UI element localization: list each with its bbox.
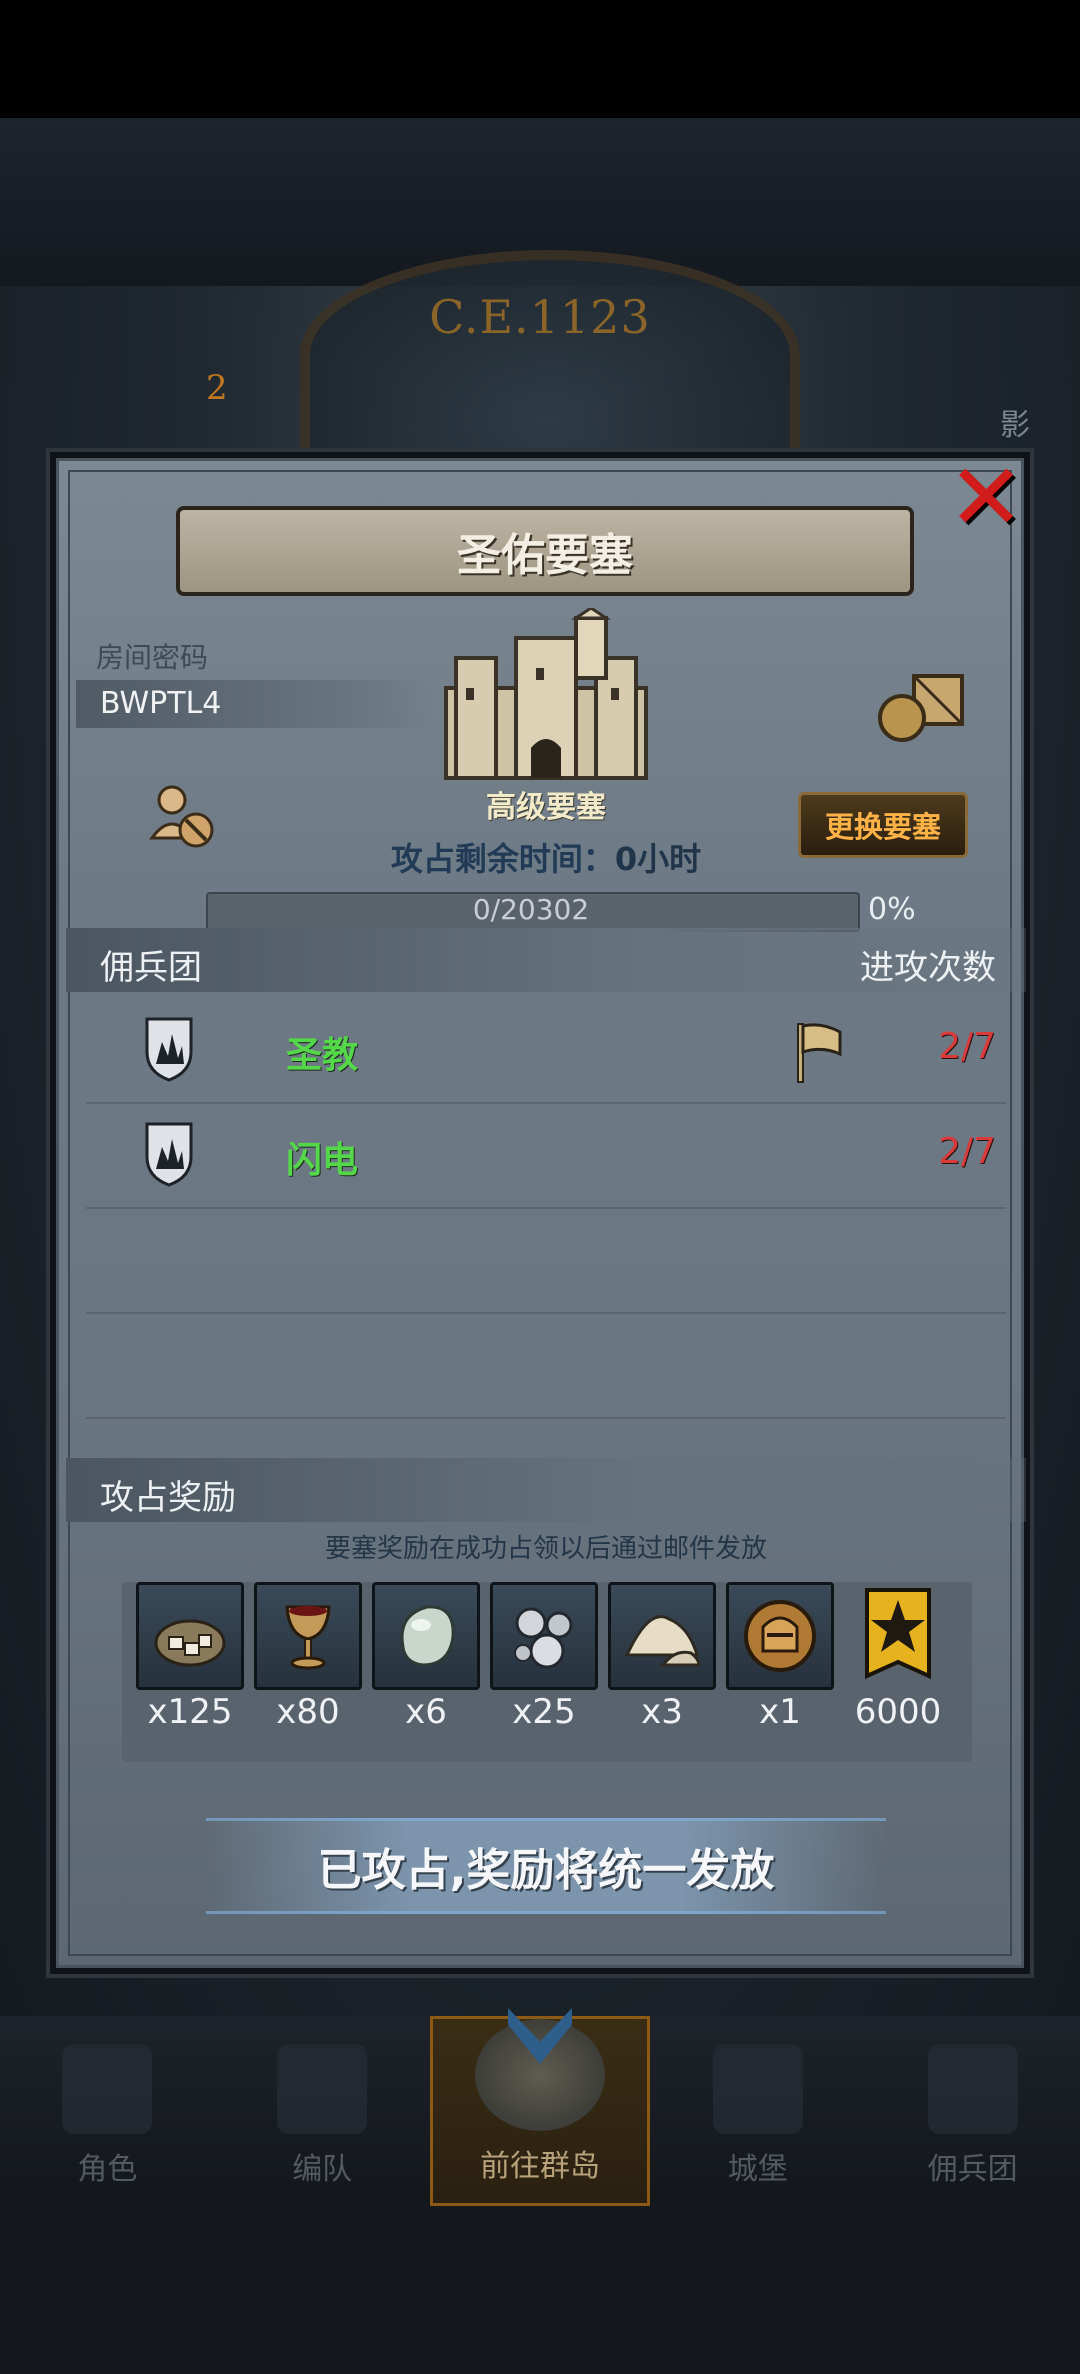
reward-qty: x80	[276, 1692, 340, 1732]
nav-item-character[interactable]: 角色	[0, 2016, 215, 2206]
shield-icon	[145, 1017, 193, 1082]
nav-label: 城堡	[727, 2152, 788, 2187]
mercenary-row[interactable]: 闪电 2/7	[86, 1103, 1006, 1209]
reward-item[interactable]: x25	[490, 1582, 598, 1732]
fortress-modal: 圣佑要塞 ✕ 房间密码 BWPTL4 高级要塞 更换要塞 攻占剩余时间：0小时 …	[50, 452, 1030, 1974]
mercenary-section-header: 佣兵团 进攻次数	[66, 928, 1026, 992]
castle-icon	[444, 608, 648, 780]
nav-label: 前往群岛	[479, 2149, 600, 2184]
knight-icon	[62, 2044, 153, 2134]
reward-qty: x3	[641, 1692, 683, 1732]
era-label: C.E.1123	[429, 290, 651, 344]
mercenary-header-label: 佣兵团	[100, 948, 202, 988]
capture-time-label: 攻占剩余时间：	[390, 840, 615, 878]
flag-icon	[797, 1023, 842, 1083]
empty-mercenary-row	[86, 1208, 1006, 1314]
reward-item[interactable]: x6	[372, 1582, 480, 1732]
rewards-strip: x125 x80 x6 x25 x3 x1 6000	[122, 1582, 972, 1762]
reward-box	[726, 1582, 834, 1690]
reward-qty: x1	[759, 1692, 801, 1732]
gold-banner-icon	[865, 1588, 931, 1680]
mercenary-name: 闪电	[286, 1140, 359, 1181]
helmet-icon	[277, 2044, 368, 2134]
knight-helmet-icon	[744, 1600, 816, 1672]
reward-box	[372, 1582, 480, 1690]
reward-item[interactable]: x3	[608, 1582, 716, 1732]
reward-box	[608, 1582, 716, 1690]
close-icon: ✕	[947, 444, 1025, 551]
reward-box	[136, 1582, 244, 1690]
globe-icon	[474, 2019, 605, 2131]
silver-ore-icon	[514, 1607, 573, 1669]
status-bar-area	[0, 0, 1080, 118]
rewards-note: 要塞奖励在成功占领以后通过邮件发放	[324, 1534, 767, 1564]
reward-item[interactable]: x125	[136, 1582, 244, 1732]
modal-title: 圣佑要塞	[457, 530, 633, 581]
reward-box	[490, 1582, 598, 1690]
sand-pile-icon	[624, 1615, 701, 1667]
reward-item[interactable]: 6000	[844, 1582, 952, 1732]
stone-pile-icon	[154, 1619, 226, 1667]
capture-time-value: 0小时	[614, 840, 702, 878]
nav-label: 佣兵团	[927, 2152, 1018, 2187]
shield-icon	[145, 1122, 193, 1187]
reward-qty: x125	[147, 1692, 233, 1732]
reward-box	[844, 1582, 952, 1690]
background-orange-digit: 2	[206, 368, 228, 408]
room-code-value: BWPTL4	[100, 686, 222, 721]
title-banner: 圣佑要塞	[176, 506, 914, 596]
nav-item-castle[interactable]: 城堡	[650, 2016, 865, 2206]
mercenary-row[interactable]: 圣教 2/7	[86, 998, 1006, 1104]
reward-qty: x6	[405, 1692, 447, 1732]
room-code-label: 房间密码	[96, 641, 209, 674]
empty-mercenary-row	[86, 1313, 1006, 1419]
nav-item-formation[interactable]: 编队	[215, 2016, 430, 2206]
reward-box	[254, 1582, 362, 1690]
close-button[interactable]: ✕	[938, 450, 1034, 546]
reward-item[interactable]: x1	[726, 1582, 834, 1732]
castle-icon	[712, 2044, 803, 2134]
nav-label: 编队	[292, 2152, 353, 2187]
era-dial	[300, 250, 800, 460]
system-nav-area	[0, 2206, 1080, 2374]
attack-count: 2/7	[938, 1026, 996, 1067]
rewards-section-header: 攻占奖励	[66, 1458, 1026, 1522]
cargo-icon[interactable]	[876, 666, 966, 746]
rewards-header-label: 攻占奖励	[100, 1478, 236, 1518]
nav-label: 角色	[77, 2152, 138, 2187]
attack-count: 2/7	[938, 1131, 996, 1172]
reward-item[interactable]: x80	[254, 1582, 362, 1732]
background-side-text: 影	[1000, 408, 1030, 443]
reward-qty: 6000	[854, 1692, 942, 1732]
progress-percent: 0%	[868, 892, 916, 927]
reward-qty: x25	[512, 1692, 576, 1732]
capture-time-row: 攻占剩余时间：0小时	[56, 834, 1036, 880]
claim-status-banner: 已攻占,奖励将统一发放	[206, 1818, 886, 1914]
attack-count-header-label: 进攻次数	[860, 948, 996, 988]
mercenary-name: 圣教	[286, 1035, 359, 1076]
goblet-icon	[285, 1605, 331, 1670]
claim-status-text: 已攻占,奖励将统一发放	[317, 1845, 775, 1896]
progress-text: 0/20302	[472, 893, 590, 926]
ship-icon	[927, 2044, 1018, 2134]
nav-item-mercenaries[interactable]: 佣兵团	[865, 2016, 1080, 2206]
gem-icon	[400, 1605, 455, 1667]
